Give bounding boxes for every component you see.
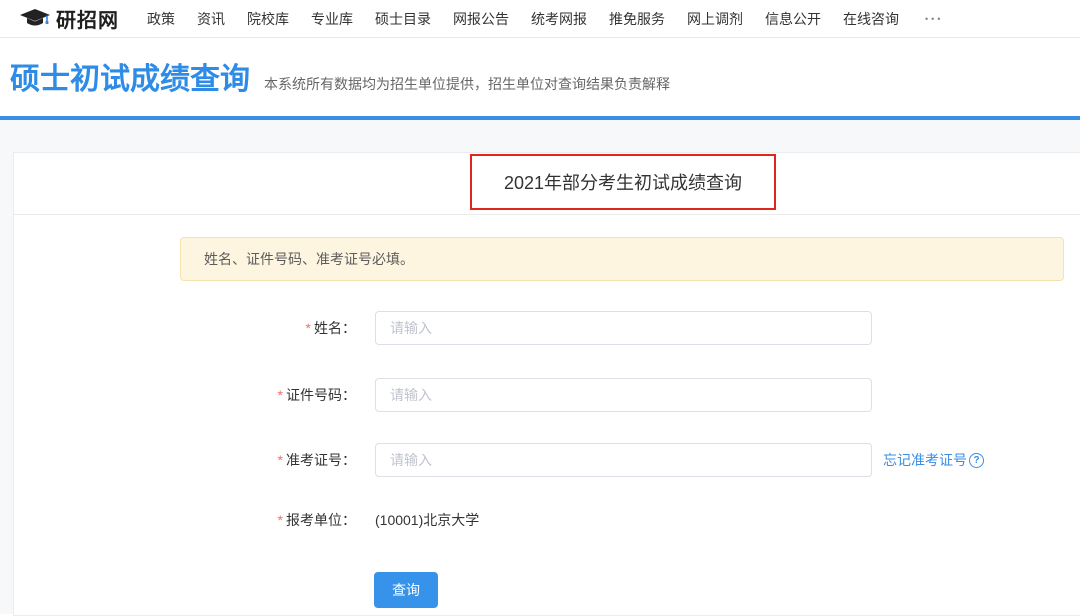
nav-item-report-notice[interactable]: 网报公告 <box>453 9 509 29</box>
nav-item-info-disclosure[interactable]: 信息公开 <box>765 9 821 29</box>
nav-item-news[interactable]: 资讯 <box>197 9 225 29</box>
card-title: 2021年部分考生初试成绩查询 <box>504 169 742 195</box>
site-logo[interactable]: 研招网 <box>20 4 119 33</box>
required-fields-alert: 姓名、证件号码、准考证号必填。 <box>180 237 1064 281</box>
page-subtitle: 本系统所有数据均为招生单位提供，招生单位对查询结果负责解释 <box>264 74 670 94</box>
page-header: 硕士初试成绩查询 本系统所有数据均为招生单位提供，招生单位对查询结果负责解释 <box>0 38 1080 116</box>
name-input[interactable] <box>375 311 872 345</box>
required-asterisk: * <box>278 512 283 528</box>
form-row-ticket-number: *准考证号： 忘记准考证号? <box>14 443 984 477</box>
logo-text: 研招网 <box>56 4 119 33</box>
nav-item-unified-exam[interactable]: 统考网报 <box>531 9 587 29</box>
nav-item-online-consult[interactable]: 在线咨询 <box>843 9 899 29</box>
required-asterisk: * <box>278 387 283 403</box>
forgot-ticket-link[interactable]: 忘记准考证号? <box>883 450 984 470</box>
card-title-bar: 2021年部分考生初试成绩查询 <box>14 153 1080 215</box>
alert-text: 姓名、证件号码、准考证号必填。 <box>204 249 414 269</box>
institution-value: (10001)北京大学 <box>375 510 479 530</box>
ticket-number-input[interactable] <box>375 443 872 477</box>
id-number-input[interactable] <box>375 378 872 412</box>
nav-item-college-db[interactable]: 院校库 <box>247 9 289 29</box>
query-button[interactable]: 查询 <box>374 572 438 608</box>
graduation-cap-icon <box>20 9 50 29</box>
annotation-box: 2021年部分考生初试成绩查询 <box>470 154 776 210</box>
top-navigation: 研招网 政策 资讯 院校库 专业库 硕士目录 网报公告 统考网报 推免服务 网上… <box>0 0 1080 38</box>
query-card: 2021年部分考生初试成绩查询 姓名、证件号码、准考证号必填。 *姓名： *证件… <box>13 152 1080 616</box>
nav-item-masters-catalog[interactable]: 硕士目录 <box>375 9 431 29</box>
nav-item-online-adjustment[interactable]: 网上调剂 <box>687 9 743 29</box>
nav-item-exemption-service[interactable]: 推免服务 <box>609 9 665 29</box>
help-question-icon: ? <box>969 453 984 468</box>
required-asterisk: * <box>306 320 311 336</box>
required-asterisk: * <box>278 452 283 468</box>
nav-more-ellipsis-icon[interactable]: ••• <box>925 14 943 24</box>
form-row-institution: *报考单位： (10001)北京大学 <box>14 503 479 537</box>
nav-item-major-db[interactable]: 专业库 <box>311 9 353 29</box>
nav-item-policy[interactable]: 政策 <box>147 9 175 29</box>
form-row-name: *姓名： <box>14 311 872 345</box>
nav-menu: 政策 资讯 院校库 专业库 硕士目录 网报公告 统考网报 推免服务 网上调剂 信… <box>147 9 943 29</box>
id-number-label: *证件号码： <box>14 385 356 405</box>
page-title: 硕士初试成绩查询 <box>10 60 250 99</box>
form-row-id-number: *证件号码： <box>14 378 872 412</box>
name-label: *姓名： <box>14 318 356 338</box>
ticket-number-label: *准考证号： <box>14 450 356 470</box>
institution-label: *报考单位： <box>14 510 356 530</box>
page-body: 2021年部分考生初试成绩查询 姓名、证件号码、准考证号必填。 *姓名： *证件… <box>0 120 1080 614</box>
